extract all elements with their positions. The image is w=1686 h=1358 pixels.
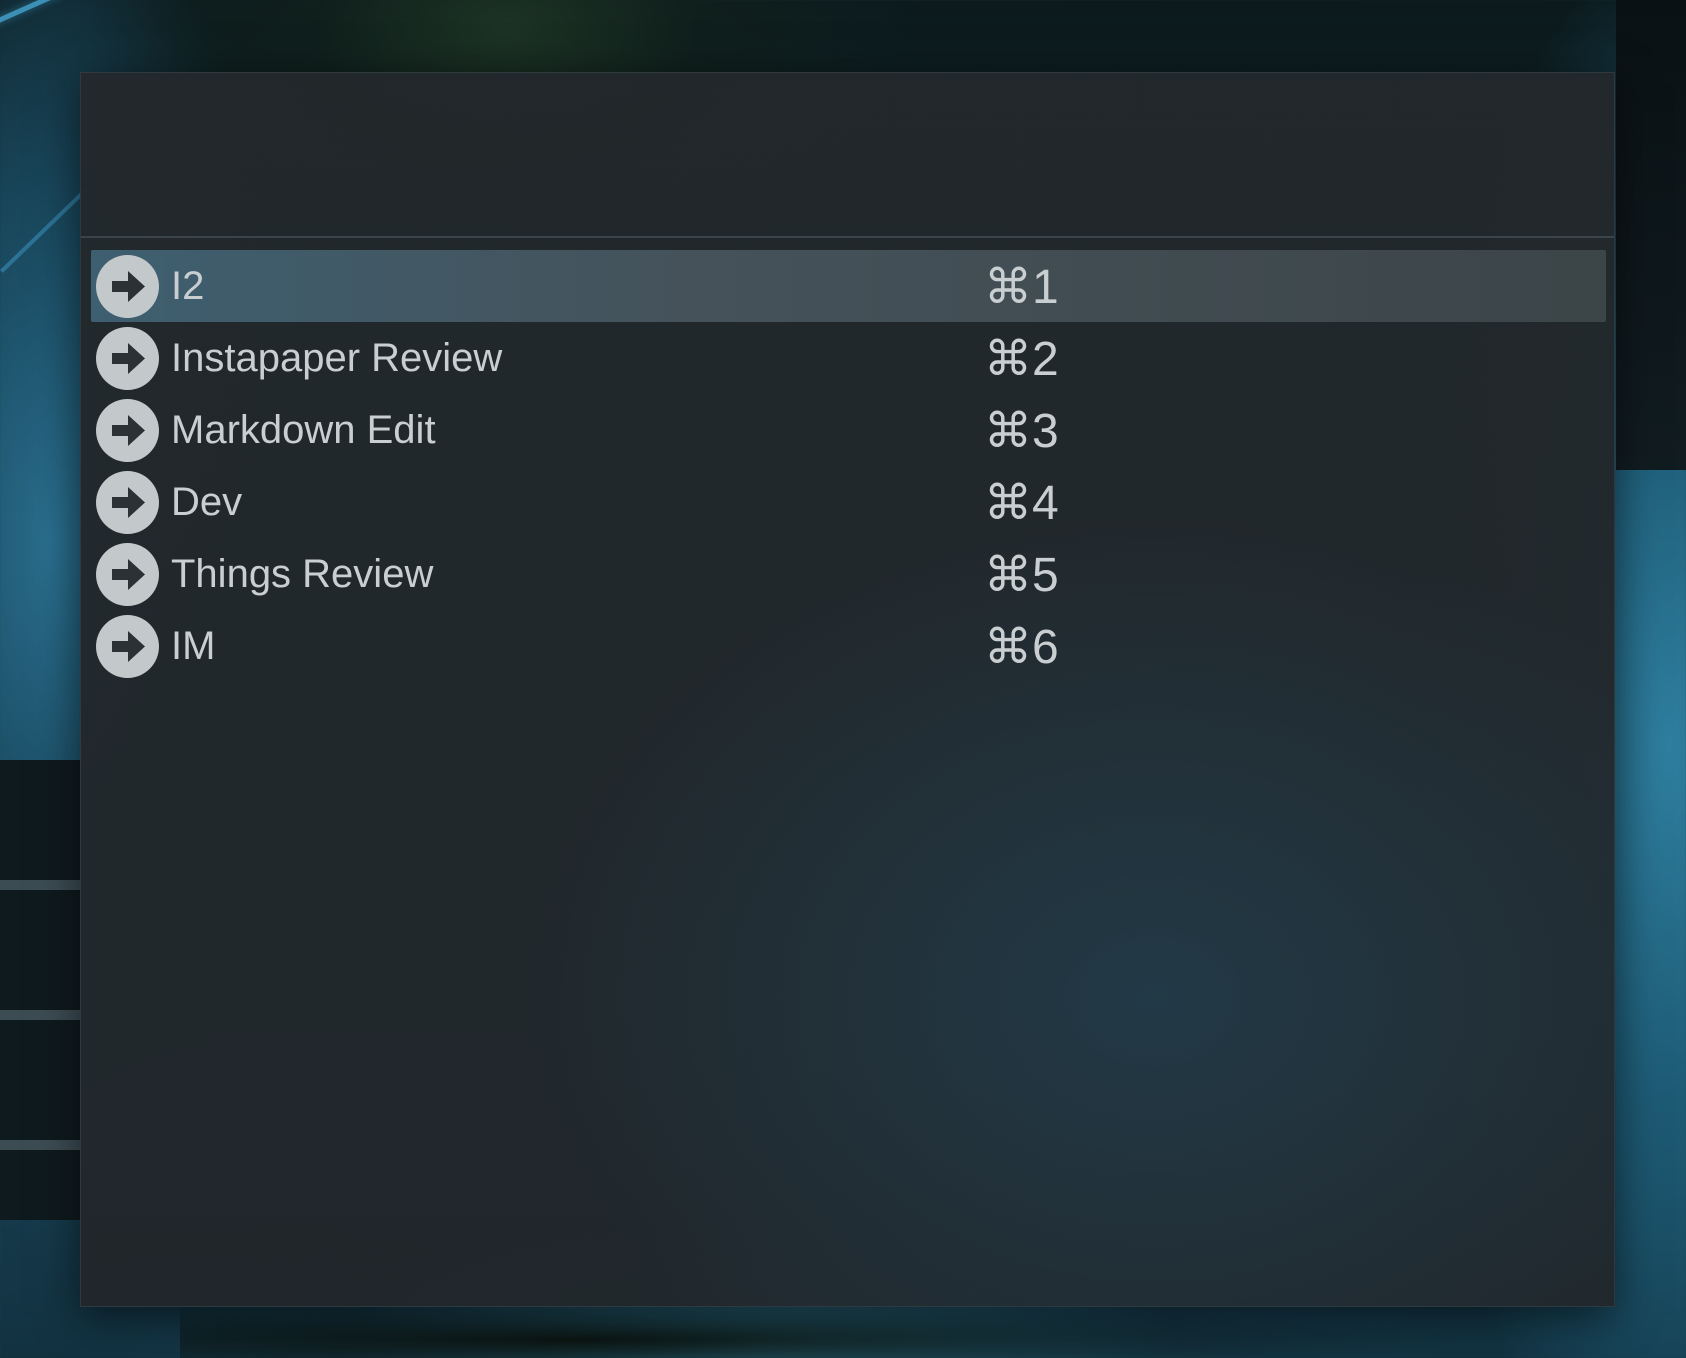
result-row[interactable]: I2 ⌘1 bbox=[91, 250, 1606, 322]
wallpaper-stairs bbox=[0, 760, 80, 1220]
wallpaper-rail bbox=[0, 186, 90, 273]
result-row[interactable]: Things Review ⌘5 bbox=[91, 538, 1606, 610]
results-list: I2 ⌘1 Instapaper Review ⌘2 Markdown Edit… bbox=[91, 250, 1606, 682]
result-shortcut: ⌘3 bbox=[984, 405, 1059, 458]
arrow-right-icon bbox=[96, 615, 159, 678]
result-row[interactable]: Dev ⌘4 bbox=[91, 466, 1606, 538]
launcher-panel: I2 ⌘1 Instapaper Review ⌘2 Markdown Edit… bbox=[80, 72, 1615, 1307]
search-area bbox=[81, 73, 1614, 238]
wallpaper-plant bbox=[180, 1300, 1480, 1358]
result-shortcut: ⌘1 bbox=[984, 261, 1059, 314]
arrow-right-icon bbox=[96, 255, 159, 318]
result-label: Markdown Edit bbox=[171, 408, 436, 452]
result-shortcut: ⌘5 bbox=[984, 549, 1059, 602]
result-label: Dev bbox=[171, 480, 243, 524]
wallpaper-rail bbox=[0, 0, 174, 31]
result-row[interactable]: Markdown Edit ⌘3 bbox=[91, 394, 1606, 466]
result-label: Instapaper Review bbox=[171, 336, 503, 380]
result-row[interactable]: IM ⌘6 bbox=[91, 610, 1606, 682]
result-row[interactable]: Instapaper Review ⌘2 bbox=[91, 322, 1606, 394]
result-label: IM bbox=[171, 624, 216, 668]
result-shortcut: ⌘4 bbox=[984, 477, 1059, 530]
result-label: I2 bbox=[171, 264, 205, 308]
result-shortcut: ⌘6 bbox=[984, 621, 1059, 674]
arrow-right-icon bbox=[96, 543, 159, 606]
result-label: Things Review bbox=[171, 552, 434, 596]
arrow-right-icon bbox=[96, 327, 159, 390]
wallpaper-shadow bbox=[1616, 0, 1686, 470]
arrow-right-icon bbox=[96, 399, 159, 462]
search-input[interactable] bbox=[101, 113, 1595, 195]
arrow-right-icon bbox=[96, 471, 159, 534]
result-shortcut: ⌘2 bbox=[984, 333, 1059, 386]
